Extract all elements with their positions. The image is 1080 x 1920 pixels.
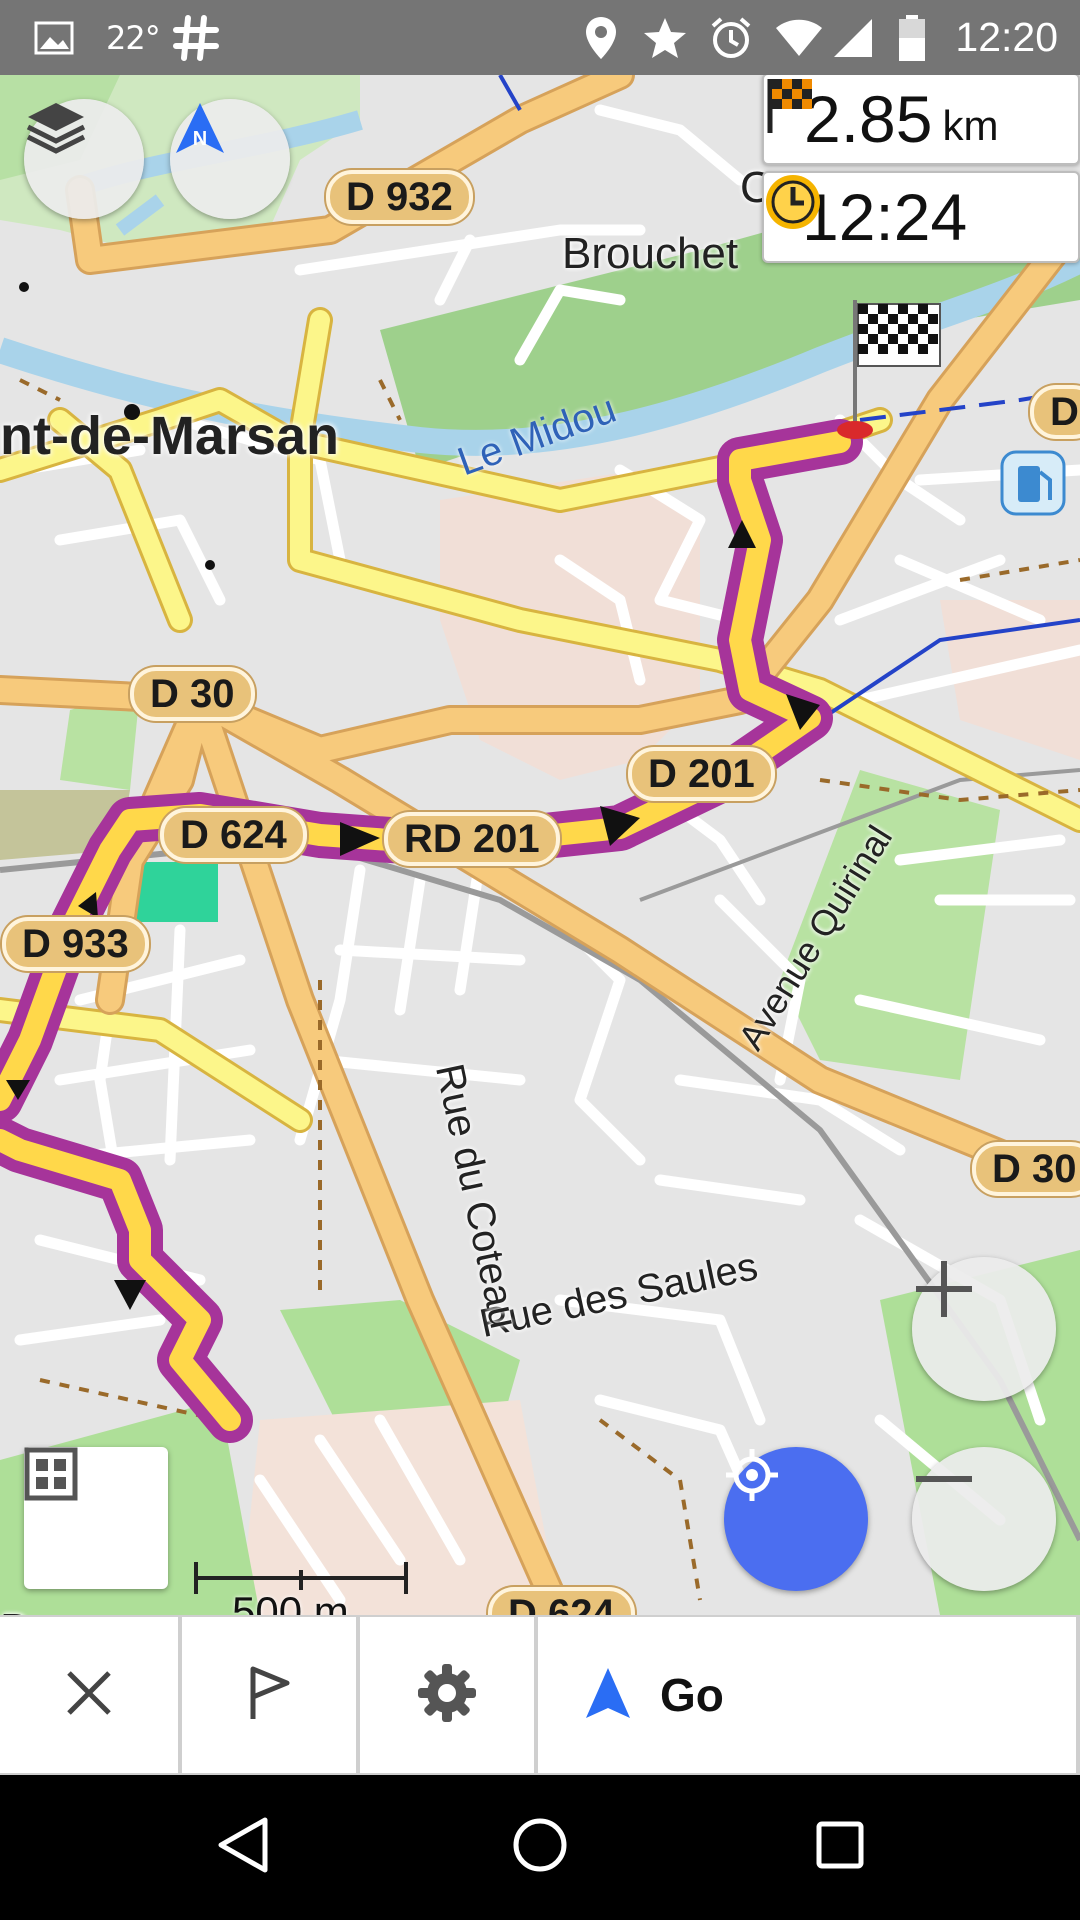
star-icon [642, 0, 688, 75]
road-badge-d932: D 932 [326, 170, 473, 224]
menu-button[interactable] [24, 1447, 168, 1589]
status-bar: 22° 12:20 [0, 0, 1080, 75]
distance-unit: km [942, 102, 999, 149]
battery-icon [898, 0, 926, 75]
gear-icon [416, 1662, 478, 1729]
road-badge-d624-bottom: D 624 [488, 1587, 635, 1615]
map-view[interactable]: D 932 D 30 D 624 RD 201 D 201 D 933 D 30… [0, 75, 1080, 1615]
navigation-arrow-icon [584, 1666, 632, 1725]
locate-button[interactable] [724, 1447, 868, 1591]
location-pin-icon [584, 0, 618, 75]
image-icon [34, 0, 74, 75]
recents-button[interactable] [770, 1775, 910, 1920]
layers-button[interactable] [24, 99, 144, 219]
road-badge-d30: D 30 [130, 667, 255, 721]
home-icon [512, 1817, 568, 1878]
road-badge-d933: D 933 [2, 917, 149, 971]
zoom-in-button[interactable] [912, 1257, 1056, 1401]
cell-signal-icon [832, 0, 874, 75]
compass-button[interactable]: N [170, 99, 290, 219]
road-badge-d30-right: D 30 [972, 1142, 1080, 1196]
system-nav-bar [0, 1775, 1080, 1920]
district-label: Brouchet [562, 229, 739, 278]
clock-text: 12:20 [955, 14, 1058, 60]
edge-letter-left: B [0, 1605, 29, 1615]
wifi-icon [774, 0, 824, 75]
route-settings-button[interactable] [360, 1617, 534, 1773]
road-badge-d624: D 624 [160, 808, 307, 862]
zoom-out-button[interactable] [912, 1447, 1056, 1591]
distance-card[interactable]: 2.85 km [762, 75, 1080, 165]
back-icon [215, 1816, 269, 1879]
go-label: Go [660, 1669, 724, 1721]
home-button[interactable] [470, 1775, 610, 1920]
arrival-time-card[interactable]: 12:24 [762, 171, 1080, 263]
go-button[interactable]: Go [538, 1617, 1076, 1773]
road-badge-d201: D 201 [628, 747, 775, 801]
flag-icon [247, 1665, 291, 1726]
alarm-clock-icon [708, 0, 754, 75]
waypoints-button[interactable] [182, 1617, 356, 1773]
road-badge-d-edge: D [1030, 385, 1080, 439]
distance-value: 2.85 [804, 82, 933, 156]
close-icon [65, 1669, 113, 1722]
cancel-route-button[interactable] [0, 1617, 178, 1773]
place-label: nt-de-Marsan [0, 406, 340, 466]
hashtag-icon [172, 0, 220, 75]
route-toolbar: Go [0, 1615, 1080, 1775]
back-button[interactable] [172, 1775, 312, 1920]
recents-icon [815, 1820, 865, 1875]
compass-letter: N [193, 128, 207, 150]
temperature-text: 22° [106, 18, 161, 57]
scale-label: 500 m [232, 1588, 349, 1615]
road-badge-rd201: RD 201 [384, 812, 560, 866]
arrival-time-value: 12:24 [802, 180, 968, 254]
